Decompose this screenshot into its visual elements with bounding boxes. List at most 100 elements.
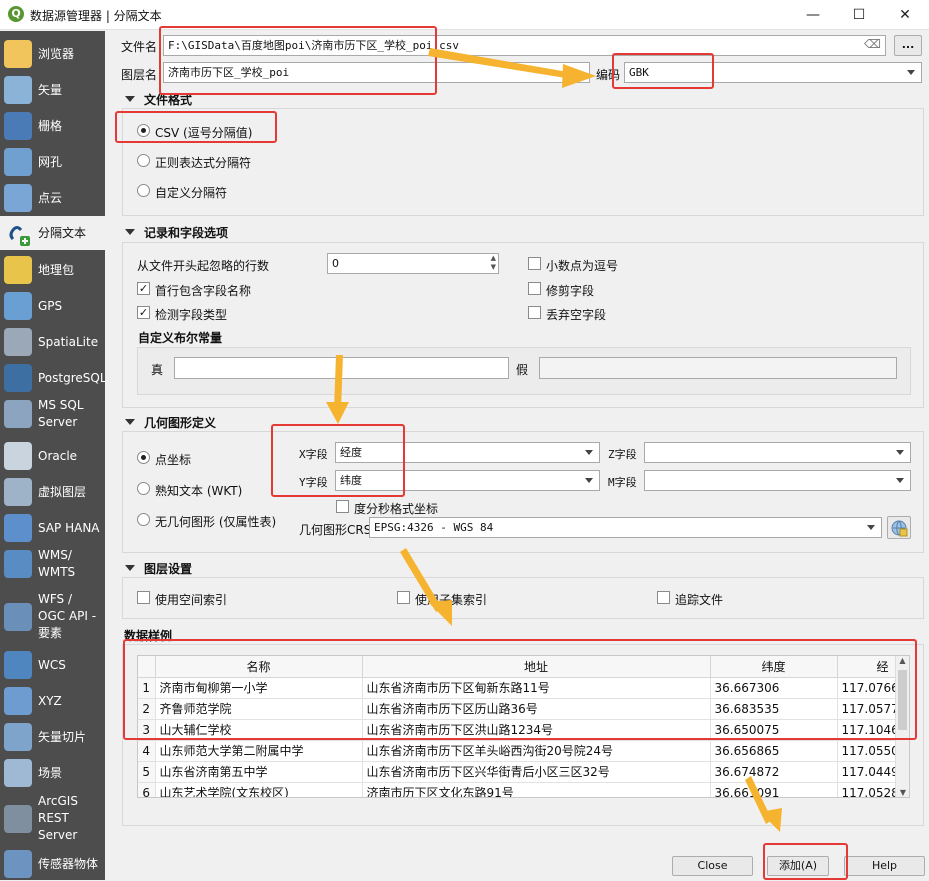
spin-arrows-icon[interactable]: ▲ ▼: [491, 254, 496, 272]
table-row[interactable]: 6 山东艺术学院(文东校区) 济南市历下区文化东路91号 36.661091 117.0…: [138, 782, 909, 797]
sidebar-item-raster[interactable]: 栅格: [0, 109, 105, 143]
sample-data-title: 数据样例: [124, 629, 173, 643]
encoding-label: 编码: [596, 68, 621, 82]
sidebar-item-label: ArcGIS REST Server: [38, 794, 78, 842]
sidebar-item-label: 分隔文本: [38, 226, 87, 240]
vertical-scrollbar[interactable]: ▲ ▼: [895, 656, 909, 797]
sidebar-item-label: 浏览器: [38, 47, 75, 61]
folder-icon: [4, 40, 32, 68]
encoding-select[interactable]: GBK: [624, 62, 922, 83]
detect-types-checkbox[interactable]: ✓: [137, 306, 150, 319]
sample-data-table[interactable]: 名称 地址 纬度 经 1 济南市甸柳第一小学 山东省济南市历下区甸新东路11号 36.…: [137, 655, 910, 798]
minimize-button[interactable]: —: [790, 0, 836, 30]
skip-lines-spinbox[interactable]: 0 ▲ ▼: [327, 253, 499, 274]
layer-name-input[interactable]: 济南市历下区_学校_poi: [163, 62, 590, 83]
radio-no-geometry[interactable]: [137, 513, 150, 526]
record-options-title: 记录和字段选项: [144, 226, 229, 240]
vector-icon: [4, 76, 32, 104]
scroll-up-icon[interactable]: ▲: [896, 656, 909, 665]
z-field-label: Z字段: [608, 448, 637, 461]
scrollbar-thumb[interactable]: [898, 670, 907, 730]
clear-icon[interactable]: ⌫: [864, 37, 881, 51]
dms-checkbox[interactable]: [336, 500, 349, 513]
column-header-address[interactable]: 地址: [362, 656, 711, 678]
sidebar-item-oracle[interactable]: Oracle: [0, 439, 105, 473]
table-row[interactable]: 5 山东省济南第五中学 山东省济南市历下区兴华街青后小区三区32号 36.674872…: [138, 761, 909, 783]
sidebar-item-postgresql[interactable]: PostgreSQL: [0, 361, 107, 395]
browse-button[interactable]: ...: [894, 35, 922, 56]
sidebar-item-point-cloud[interactable]: 点云: [0, 181, 105, 215]
option-custom-label: 自定义分隔符: [155, 186, 228, 200]
crs-selector-button[interactable]: [887, 516, 911, 539]
file-name-input[interactable]: F:\GISData\百度地图poi\济南市历下区_学校_poi.csv: [163, 35, 886, 56]
true-value-input[interactable]: [174, 357, 509, 379]
sidebar-item-wms[interactable]: WMS/ WMTS: [0, 545, 105, 583]
radio-point-coordinates[interactable]: [137, 451, 150, 464]
y-field-select[interactable]: 纬度: [335, 470, 600, 491]
m-field-select[interactable]: [644, 470, 911, 491]
column-header-latitude[interactable]: 纬度: [710, 656, 838, 678]
x-field-select[interactable]: 经度: [335, 442, 600, 463]
collapse-triangle-icon[interactable]: [125, 565, 135, 571]
table-row[interactable]: 2 齐鲁师范学院 山东省济南市历下区历山路36号 36.683535 117.05776: [138, 698, 909, 720]
sidebar-item-delimited-text[interactable]: 分隔文本: [0, 216, 105, 250]
detect-types-label: 检测字段类型: [155, 308, 228, 322]
gps-icon: [4, 292, 32, 320]
crs-select[interactable]: EPSG:4326 - WGS 84: [369, 517, 882, 538]
add-button[interactable]: 添加(A): [767, 856, 829, 876]
table-row[interactable]: 1 济南市甸柳第一小学 山东省济南市历下区甸新东路11号 36.667306 117.0…: [138, 677, 909, 699]
watch-file-checkbox[interactable]: [657, 591, 670, 604]
row-number: 3: [138, 719, 156, 741]
collapse-triangle-icon[interactable]: [125, 229, 135, 235]
close-window-button[interactable]: ✕: [882, 0, 928, 30]
false-value-input[interactable]: [539, 357, 897, 379]
delimited-text-icon: [4, 219, 32, 247]
sidebar-item-mesh[interactable]: 网孔: [0, 145, 105, 179]
sidebar-item-gps[interactable]: GPS: [0, 289, 105, 323]
sidebar-item-sap-hana[interactable]: SAP HANA: [0, 511, 105, 545]
radio-wkt[interactable]: [137, 482, 150, 495]
mesh-icon: [4, 148, 32, 176]
sidebar-item-spatialite[interactable]: SpatiaLite: [0, 325, 105, 359]
chevron-down-icon: [585, 449, 593, 455]
sidebar-item-geopackage[interactable]: 地理包: [0, 253, 105, 287]
virtual-layer-icon: [4, 478, 32, 506]
sidebar-item-vector-tiles[interactable]: 矢量切片: [0, 720, 105, 754]
qgis-logo-icon: Q: [8, 6, 24, 22]
postgresql-icon: [4, 364, 32, 392]
radio-custom[interactable]: [137, 184, 150, 197]
cell-address: 山东省济南市历下区兴华街青后小区三区32号: [362, 761, 711, 783]
sidebar-item-xyz[interactable]: XYZ: [0, 684, 105, 718]
sidebar-item-wcs[interactable]: WCS: [0, 648, 105, 682]
discard-empty-checkbox[interactable]: [528, 306, 541, 319]
wms-icon: [4, 550, 32, 578]
radio-regex[interactable]: [137, 154, 150, 167]
decimal-comma-checkbox[interactable]: [528, 257, 541, 270]
radio-csv[interactable]: [137, 124, 150, 137]
sidebar-item-mssql[interactable]: MS SQL Server: [0, 395, 105, 433]
help-button[interactable]: Help: [844, 856, 925, 876]
spatial-index-checkbox[interactable]: [137, 591, 150, 604]
collapse-triangle-icon[interactable]: [125, 419, 135, 425]
sidebar-item-wfs[interactable]: WFS / OGC API - 要素: [0, 589, 105, 644]
table-row[interactable]: 4 山东师范大学第二附属中学 山东省济南市历下区羊头峪西沟街20号院24号 36.65…: [138, 740, 909, 762]
scroll-down-icon[interactable]: ▼: [896, 788, 909, 797]
sidebar-item-folder[interactable]: 浏览器: [0, 37, 105, 71]
table-row[interactable]: 3 山大辅仁学校 山东省济南市历下区洪山路1234号 36.650075 117.104…: [138, 719, 909, 741]
maximize-button[interactable]: ☐: [836, 0, 882, 30]
sidebar-item-virtual-layer[interactable]: 虚拟图层: [0, 475, 105, 509]
trim-fields-checkbox[interactable]: [528, 282, 541, 295]
sidebar-item-vector[interactable]: 矢量: [0, 73, 105, 107]
z-field-select[interactable]: [644, 442, 911, 463]
sidebar-item-scene[interactable]: 场景: [0, 756, 105, 790]
sidebar-item-sensor[interactable]: 传感器物体: [0, 847, 105, 881]
close-button[interactable]: Close: [672, 856, 753, 876]
column-header-name[interactable]: 名称: [155, 656, 363, 678]
sidebar-item-arcgis[interactable]: ArcGIS REST Server: [0, 791, 105, 846]
collapse-triangle-icon[interactable]: [125, 96, 135, 102]
watch-file-label: 追踪文件: [675, 593, 724, 607]
row-number: 2: [138, 698, 156, 720]
first-record-header-checkbox[interactable]: ✓: [137, 282, 150, 295]
subset-index-checkbox[interactable]: [397, 591, 410, 604]
x-field-label: X字段: [299, 448, 328, 461]
